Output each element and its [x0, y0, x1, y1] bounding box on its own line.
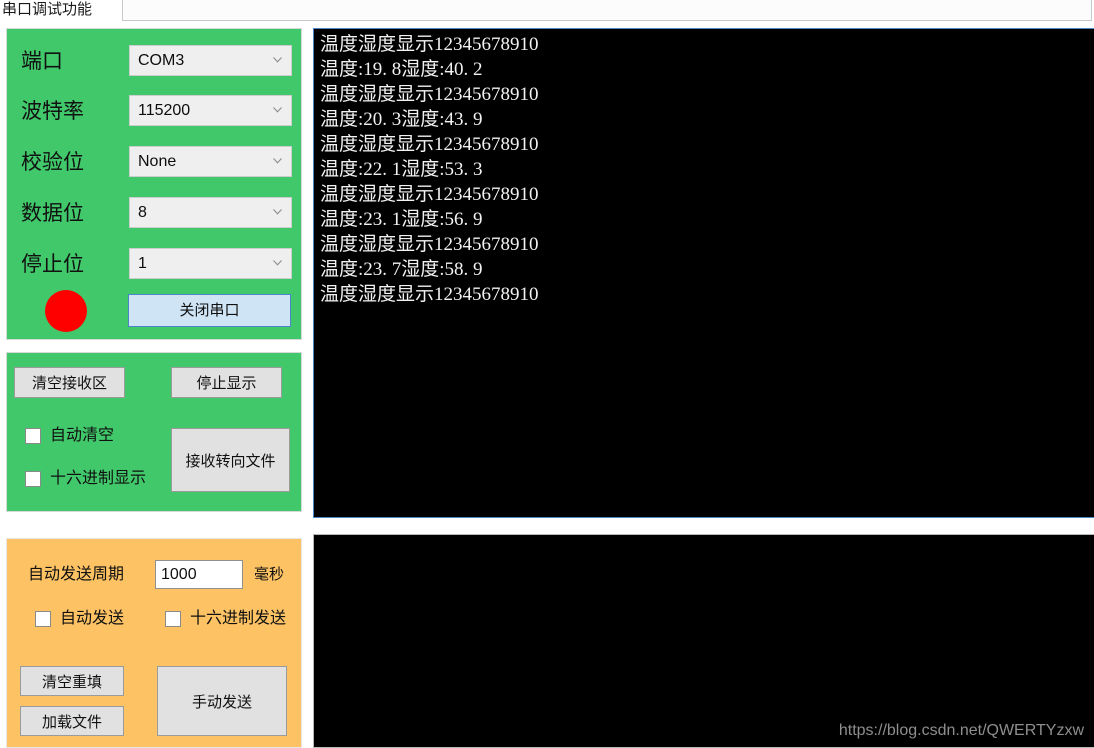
terminal-line: 温度:23. 7湿度:58. 9 — [320, 259, 483, 280]
terminal-line: 温度:23. 1湿度:56. 9 — [320, 209, 483, 230]
terminal-line: 温度:22. 1湿度:53. 3 — [320, 159, 483, 180]
auto-send-checkbox[interactable] — [35, 611, 51, 627]
stopbits-select[interactable]: 1 — [129, 248, 292, 279]
clear-receive-button[interactable]: 清空接收区 — [14, 367, 125, 398]
auto-send-label: 自动发送 — [60, 610, 125, 627]
chevron-down-icon — [273, 107, 282, 113]
stop-display-button[interactable]: 停止显示 — [171, 367, 282, 398]
databits-select-value: 8 — [138, 204, 147, 221]
baudrate-label: 波特率 — [21, 100, 84, 123]
config-row-port: 端口 COM3 — [7, 45, 301, 79]
hex-send-checkbox[interactable] — [165, 611, 181, 627]
hex-send-label: 十六进制发送 — [190, 610, 287, 627]
receive-terminal[interactable]: 温度湿度显示12345678910 温度:19. 8湿度:40. 2 温度湿度显示1… — [313, 28, 1094, 518]
watermark-text: https://blog.csdn.net/QWERTYzxw — [838, 722, 1084, 739]
config-row-databits: 数据位 8 — [7, 197, 301, 231]
databits-label: 数据位 — [21, 202, 84, 225]
baudrate-select[interactable]: 115200 — [129, 95, 292, 126]
tab-content-placeholder — [122, 0, 1092, 21]
manual-send-button[interactable]: 手动发送 — [157, 666, 287, 736]
parity-select-value: None — [138, 153, 177, 170]
auto-clear-checkbox-row[interactable]: 自动清空 — [25, 427, 114, 445]
terminal-line: 温度湿度显示12345678910 — [320, 34, 539, 55]
hex-display-checkbox[interactable] — [25, 471, 41, 487]
stopbits-select-value: 1 — [138, 255, 147, 272]
hex-display-checkbox-row[interactable]: 十六进制显示 — [25, 470, 146, 488]
clear-refill-button[interactable]: 清空重填 — [20, 666, 124, 696]
terminal-line: 温度:19. 8湿度:40. 2 — [320, 59, 483, 80]
config-row-parity: 校验位 None — [7, 146, 301, 180]
terminal-line: 温度湿度显示12345678910 — [320, 234, 539, 255]
auto-send-period-label: 自动发送周期 — [28, 566, 125, 583]
chevron-down-icon — [273, 209, 282, 215]
databits-select[interactable]: 8 — [129, 197, 292, 228]
receive-terminal-lines: 温度湿度显示12345678910 温度:19. 8湿度:40. 2 温度湿度显示1… — [314, 29, 1094, 307]
terminal-line: 温度:20. 3湿度:43. 9 — [320, 109, 483, 130]
millisecond-unit-label: 毫秒 — [254, 566, 285, 583]
auto-clear-checkbox[interactable] — [25, 428, 41, 444]
config-row-baudrate: 波特率 115200 — [7, 95, 301, 129]
chevron-down-icon — [273, 57, 282, 63]
port-select[interactable]: COM3 — [129, 45, 292, 76]
auto-clear-label: 自动清空 — [50, 427, 115, 444]
baudrate-select-value: 115200 — [138, 102, 191, 119]
tab-strip-underline — [0, 22, 1094, 24]
port-select-value: COM3 — [138, 52, 185, 69]
terminal-line: 温度湿度显示12345678910 — [320, 84, 539, 105]
stopbits-label: 停止位 — [21, 253, 84, 276]
config-row-stopbits: 停止位 1 — [7, 248, 301, 282]
chevron-down-icon — [273, 158, 282, 164]
terminal-line: 温度湿度显示12345678910 — [320, 284, 539, 305]
send-terminal[interactable] — [313, 534, 1094, 748]
tab-strip: 串口调试功能 — [0, 0, 1094, 24]
close-port-button[interactable]: 关闭串口 — [128, 294, 291, 327]
chevron-down-icon — [273, 260, 282, 266]
terminal-line: 温度湿度显示12345678910 — [320, 184, 539, 205]
hex-display-label: 十六进制显示 — [50, 470, 147, 487]
port-status-led — [45, 290, 87, 332]
receive-to-file-button[interactable]: 接收转向文件 — [171, 428, 290, 492]
port-label: 端口 — [21, 50, 63, 73]
load-file-button[interactable]: 加载文件 — [20, 706, 124, 736]
terminal-line: 温度湿度显示12345678910 — [320, 134, 539, 155]
tab-serial-debug[interactable]: 串口调试功能 — [2, 0, 92, 20]
hex-send-checkbox-row[interactable]: 十六进制发送 — [165, 610, 286, 628]
parity-select[interactable]: None — [129, 146, 292, 177]
auto-send-period-input[interactable]: 1000 — [155, 560, 243, 589]
parity-label: 校验位 — [21, 151, 84, 174]
auto-send-checkbox-row[interactable]: 自动发送 — [35, 610, 124, 628]
